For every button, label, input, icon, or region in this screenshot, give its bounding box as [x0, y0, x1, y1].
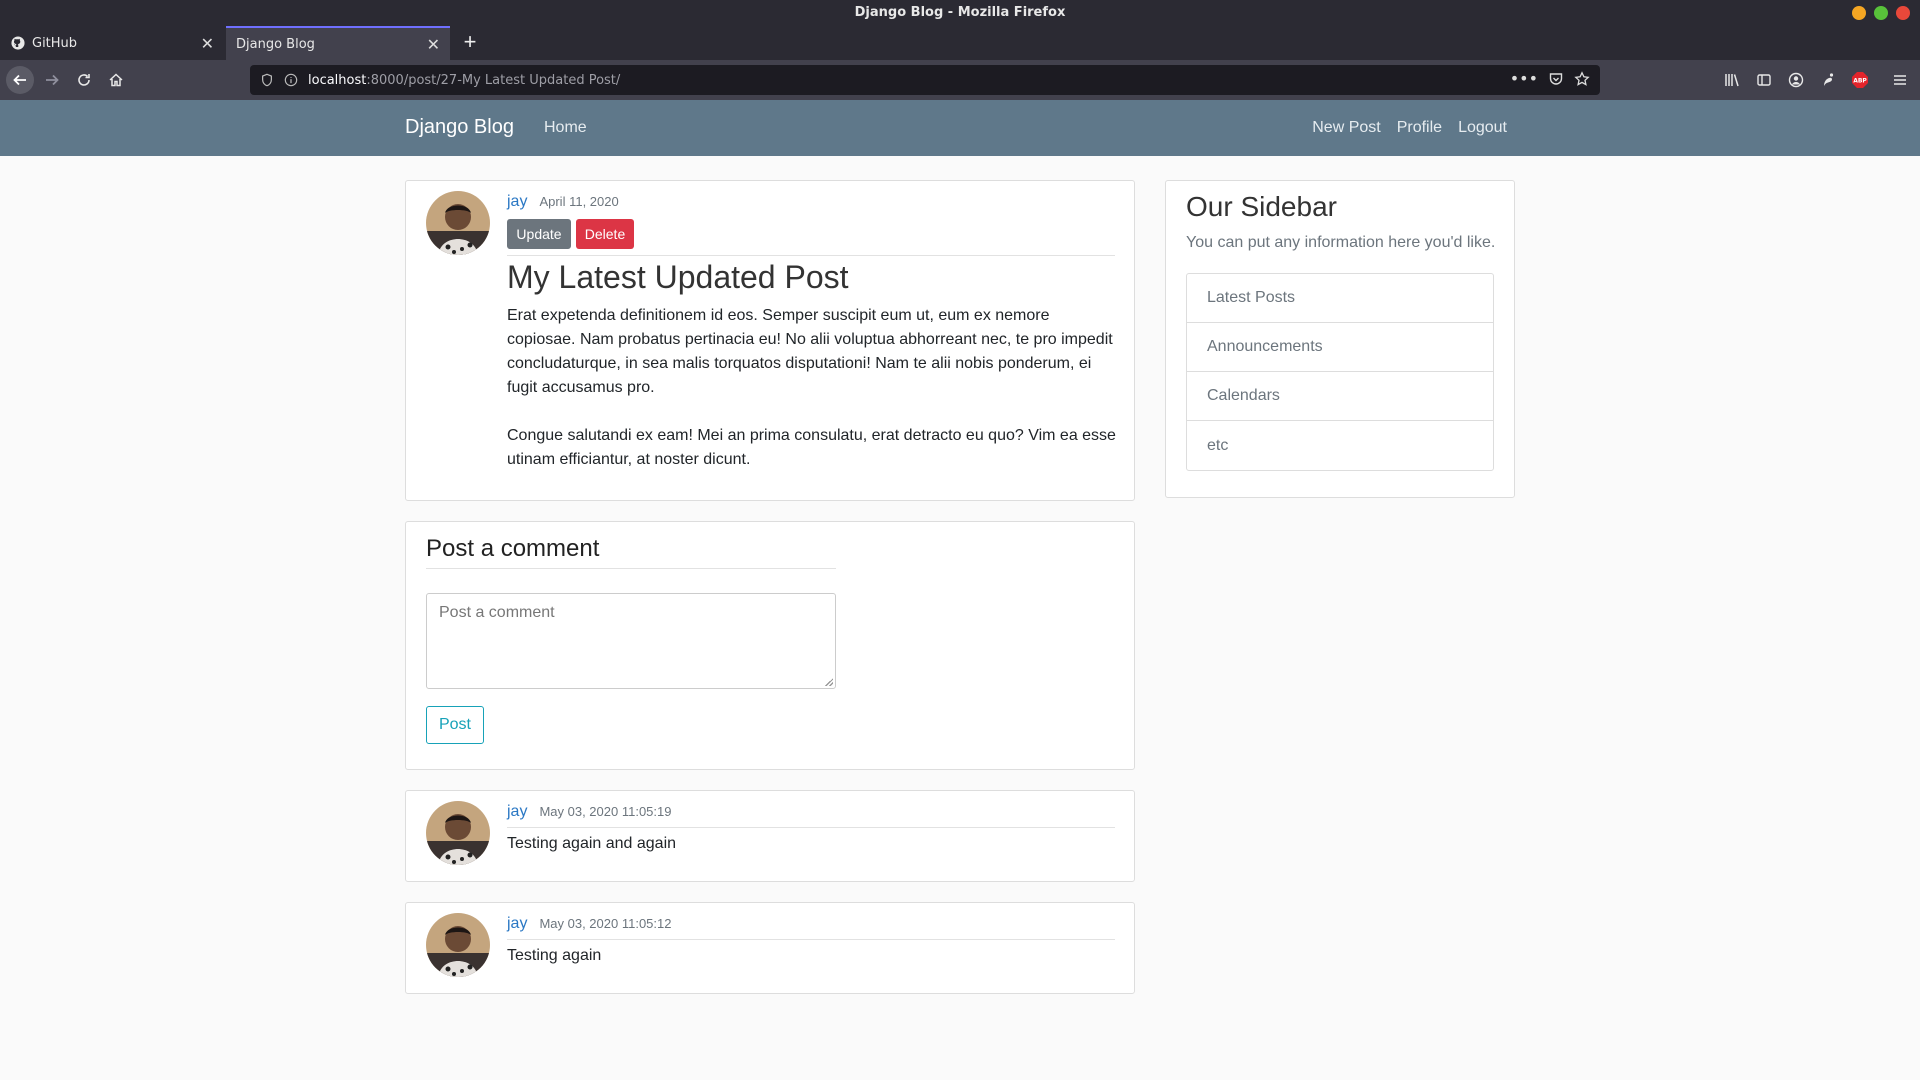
- avatar: [426, 801, 490, 865]
- close-tab-icon[interactable]: ✕: [201, 34, 214, 53]
- back-button[interactable]: [6, 66, 34, 94]
- svg-text:ABP: ABP: [1853, 78, 1867, 85]
- sidebar-item-announcements[interactable]: Announcements: [1187, 323, 1493, 372]
- bookmark-star-icon[interactable]: [1574, 71, 1590, 87]
- post-date: April 11, 2020: [539, 194, 619, 209]
- tab-github[interactable]: GitHub ✕: [0, 26, 224, 60]
- sidebar-list: Latest Posts Announcements Calendars etc: [1186, 273, 1494, 471]
- new-tab-button[interactable]: +: [456, 30, 484, 56]
- post-card: jay April 11, 2020 Update Delete My Late…: [405, 180, 1135, 501]
- url-bar[interactable]: localhost:8000/post/27-My Latest Updated…: [250, 65, 1600, 95]
- close-window-button[interactable]: [1896, 6, 1910, 20]
- sidebar-title: Our Sidebar: [1186, 191, 1337, 222]
- reload-icon: [78, 74, 90, 86]
- tab-title: GitHub: [32, 35, 78, 51]
- url-actions: •••: [1510, 71, 1590, 87]
- comment-meta: jay May 03, 2020 11:05:19: [507, 803, 671, 821]
- github-icon: [10, 35, 26, 51]
- extension-button[interactable]: [1814, 66, 1842, 94]
- library-button[interactable]: [1718, 66, 1746, 94]
- window-titlebar: Django Blog - Mozilla Firefox: [0, 0, 1920, 26]
- post-body: Erat expetenda definitionem id eos. Semp…: [507, 304, 1117, 472]
- sidebar-card: Our Sidebar You can put any information …: [1165, 180, 1515, 498]
- nav-new-post-link[interactable]: New Post: [1312, 119, 1380, 137]
- window-controls: [1852, 6, 1910, 20]
- hamburger-menu-icon: [1894, 75, 1906, 85]
- comment-form-card: Post a comment Post a comment Post: [405, 521, 1135, 770]
- tab-title: Django Blog: [236, 36, 315, 52]
- sidebar-description: You can put any information here you'd l…: [1186, 234, 1496, 251]
- account-button[interactable]: [1782, 66, 1810, 94]
- account-icon: [1788, 72, 1804, 88]
- post-paragraph: Congue salutandi ex eam! Mei an prima co…: [507, 427, 1116, 468]
- post-comment-button[interactable]: Post: [426, 706, 484, 744]
- nav-profile-link[interactable]: Profile: [1397, 119, 1442, 137]
- post-author-link[interactable]: jay: [507, 193, 527, 211]
- comment-card: jay May 03, 2020 11:05:12 Testing again: [405, 902, 1135, 994]
- gnome-extension-icon: [1824, 73, 1834, 86]
- forward-button[interactable]: [38, 66, 66, 94]
- url-path: :8000/post/27-My Latest Updated Post/: [366, 72, 621, 88]
- sidebar-toggle-button[interactable]: [1750, 66, 1778, 94]
- home-button[interactable]: [102, 66, 130, 94]
- sidebar-item-latest-posts[interactable]: Latest Posts: [1187, 274, 1493, 323]
- menu-button[interactable]: [1886, 66, 1914, 94]
- adblock-plus-icon: ABP: [1852, 72, 1868, 88]
- nav-logout-link[interactable]: Logout: [1458, 119, 1507, 137]
- close-tab-icon[interactable]: ✕: [427, 35, 440, 54]
- arrow-right-icon: [46, 74, 59, 86]
- window-title: Django Blog - Mozilla Firefox: [854, 5, 1066, 20]
- sidebar-icon: [1757, 74, 1771, 86]
- comment-card: jay May 03, 2020 11:05:19 Testing again …: [405, 790, 1135, 882]
- site-navbar: Django Blog Home New Post Profile Logout: [0, 100, 1920, 156]
- divider: [426, 568, 836, 569]
- divider: [507, 939, 1115, 940]
- nav-right-links: New Post Profile Logout: [1312, 119, 1507, 137]
- more-actions-icon[interactable]: •••: [1510, 71, 1538, 87]
- browser-toolbar: localhost:8000/post/27-My Latest Updated…: [0, 60, 1920, 100]
- comment-author-link[interactable]: jay: [507, 803, 527, 821]
- site-brand[interactable]: Django Blog: [405, 116, 514, 139]
- minimize-button[interactable]: [1852, 6, 1866, 20]
- reload-button[interactable]: [70, 66, 98, 94]
- post-meta: jay April 11, 2020: [507, 193, 619, 211]
- tab-strip: GitHub ✕ Django Blog ✕ +: [0, 26, 1920, 60]
- shield-icon[interactable]: [260, 73, 274, 87]
- avatar: [426, 913, 490, 977]
- divider: [507, 255, 1115, 256]
- maximize-button[interactable]: [1874, 6, 1888, 20]
- comment-date: May 03, 2020 11:05:19: [539, 804, 672, 819]
- sidebar-item-etc[interactable]: etc: [1187, 421, 1493, 470]
- arrow-left-icon: [13, 74, 26, 86]
- update-button[interactable]: Update: [507, 219, 571, 249]
- avatar: [426, 191, 490, 255]
- resize-handle[interactable]: [825, 678, 833, 686]
- comment-text: Testing again and again: [507, 835, 677, 852]
- pocket-icon[interactable]: [1548, 71, 1564, 87]
- divider: [507, 827, 1115, 828]
- post-paragraph: Erat expetenda definitionem id eos. Semp…: [507, 307, 1113, 396]
- library-icon: [1725, 74, 1739, 87]
- comment-form-heading: Post a comment: [426, 535, 600, 562]
- home-icon: [109, 73, 123, 87]
- comment-meta: jay May 03, 2020 11:05:12: [507, 915, 671, 933]
- delete-button[interactable]: Delete: [576, 219, 634, 249]
- comment-placeholder: Post a comment: [439, 604, 555, 621]
- tab-django-blog[interactable]: Django Blog ✕: [226, 26, 450, 60]
- adblock-button[interactable]: ABP: [1846, 66, 1874, 94]
- nav-home-link[interactable]: Home: [544, 119, 587, 137]
- sidebar-item-calendars[interactable]: Calendars: [1187, 372, 1493, 421]
- comment-text: Testing again: [507, 947, 602, 964]
- post-title: My Latest Updated Post: [507, 259, 849, 295]
- info-icon[interactable]: [284, 73, 298, 87]
- web-page: Django Blog Home New Post Profile Logout…: [0, 100, 1920, 1080]
- url-host: localhost: [308, 72, 367, 88]
- comment-date: May 03, 2020 11:05:12: [539, 916, 672, 931]
- comment-author-link[interactable]: jay: [507, 915, 527, 933]
- comment-textarea[interactable]: Post a comment: [426, 593, 836, 689]
